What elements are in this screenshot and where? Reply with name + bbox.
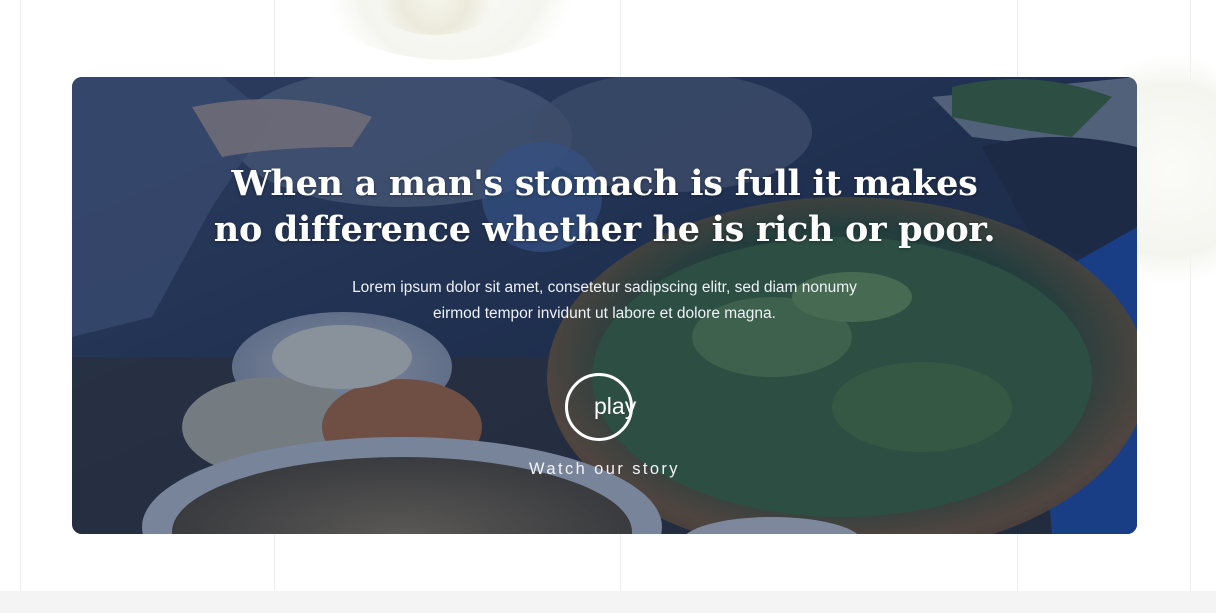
play-icon: play — [594, 393, 637, 419]
hero-banner: When a man's stomach is full it makes no… — [72, 77, 1137, 534]
hero-title: When a man's stomach is full it makes no… — [213, 163, 996, 250]
watch-story-link[interactable]: Watch our story — [72, 460, 1137, 479]
footer-band — [0, 591, 1216, 613]
hero-content: When a man's stomach is full it makes no… — [72, 77, 1137, 534]
play-button[interactable]: play — [565, 373, 637, 441]
hero-description: Lorem ipsum dolor sit amet, consetetur s… — [352, 279, 857, 322]
grid-line — [20, 0, 21, 591]
